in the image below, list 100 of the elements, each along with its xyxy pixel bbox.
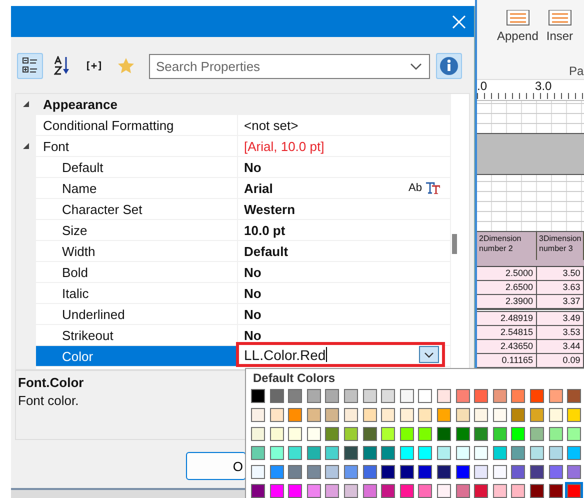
- property-name[interactable]: Character Set: [62, 202, 142, 216]
- property-name[interactable]: Italic: [62, 286, 89, 300]
- color-swatch[interactable]: [567, 446, 582, 460]
- color-swatch[interactable]: [288, 484, 302, 498]
- color-swatch[interactable]: [288, 446, 302, 460]
- color-swatch[interactable]: [492, 389, 507, 403]
- color-swatch[interactable]: [492, 427, 507, 441]
- color-swatch[interactable]: [418, 389, 432, 403]
- color-swatch[interactable]: [251, 465, 265, 479]
- color-swatch[interactable]: [381, 446, 396, 460]
- color-swatch[interactable]: [362, 446, 377, 460]
- property-name[interactable]: Conditional Formatting: [43, 118, 174, 132]
- color-swatch[interactable]: [362, 465, 377, 479]
- color-swatch[interactable]: [306, 465, 321, 479]
- property-name[interactable]: Default: [62, 160, 104, 174]
- color-swatch[interactable]: [325, 389, 340, 403]
- color-swatch[interactable]: [456, 427, 470, 441]
- ribbon-button[interactable]: Inser: [546, 0, 574, 43]
- color-swatch[interactable]: [567, 484, 582, 498]
- color-swatch[interactable]: [511, 389, 526, 403]
- color-swatch[interactable]: [418, 484, 432, 498]
- chevron-down-icon[interactable]: [410, 62, 422, 70]
- color-swatch[interactable]: [530, 446, 544, 460]
- color-swatch[interactable]: [306, 408, 321, 422]
- close-icon[interactable]: [452, 14, 466, 28]
- color-swatch[interactable]: [270, 465, 284, 479]
- property-name[interactable]: Color: [62, 348, 94, 364]
- color-swatch[interactable]: [288, 427, 302, 441]
- color-swatch[interactable]: [306, 427, 321, 441]
- color-swatch[interactable]: [474, 465, 488, 479]
- color-swatch[interactable]: [344, 389, 358, 403]
- color-swatch[interactable]: [492, 408, 507, 422]
- color-swatch[interactable]: [456, 408, 470, 422]
- color-swatch[interactable]: [548, 427, 562, 441]
- color-swatch[interactable]: [400, 408, 414, 422]
- color-swatch[interactable]: [548, 408, 562, 422]
- color-swatch[interactable]: [381, 389, 396, 403]
- color-swatch[interactable]: [436, 427, 451, 441]
- color-value-field[interactable]: LL.Color.Red: [236, 342, 445, 367]
- color-swatch[interactable]: [381, 408, 396, 422]
- color-swatch[interactable]: [325, 408, 340, 422]
- color-swatch[interactable]: [344, 408, 358, 422]
- color-swatch[interactable]: [567, 465, 582, 479]
- color-swatch[interactable]: [306, 484, 321, 498]
- color-swatch[interactable]: [270, 427, 284, 441]
- color-swatch[interactable]: [418, 446, 432, 460]
- property-name[interactable]: Bold: [62, 264, 88, 280]
- color-swatch[interactable]: [400, 446, 414, 460]
- color-swatch[interactable]: [381, 484, 396, 498]
- color-swatch[interactable]: [270, 389, 284, 403]
- color-swatch[interactable]: [325, 484, 340, 498]
- color-swatch[interactable]: [251, 484, 265, 498]
- color-swatch[interactable]: [436, 446, 451, 460]
- info-button[interactable]: [436, 53, 462, 79]
- color-swatch[interactable]: [567, 408, 582, 422]
- categorized-view-button[interactable]: [17, 53, 43, 79]
- color-swatch[interactable]: [511, 484, 526, 498]
- color-swatch[interactable]: [325, 427, 340, 441]
- color-swatch[interactable]: [436, 389, 451, 403]
- color-swatch[interactable]: [456, 446, 470, 460]
- color-swatch[interactable]: [418, 408, 432, 422]
- color-swatch[interactable]: [325, 446, 340, 460]
- color-swatch[interactable]: [530, 389, 544, 403]
- color-swatch[interactable]: [530, 427, 544, 441]
- color-swatch[interactable]: [325, 465, 340, 479]
- color-swatch[interactable]: [418, 465, 432, 479]
- color-swatch[interactable]: [548, 465, 562, 479]
- scrollbar-thumb[interactable]: [452, 234, 457, 254]
- color-swatch[interactable]: [400, 427, 414, 441]
- color-swatch[interactable]: [474, 427, 488, 441]
- color-swatch[interactable]: [548, 389, 562, 403]
- color-swatch[interactable]: [456, 465, 470, 479]
- property-name[interactable]: Name: [62, 180, 97, 196]
- color-swatch[interactable]: [474, 408, 488, 422]
- color-swatch[interactable]: [344, 446, 358, 460]
- color-swatch[interactable]: [344, 484, 358, 498]
- color-swatch[interactable]: [436, 484, 451, 498]
- color-swatch[interactable]: [492, 484, 507, 498]
- color-swatch[interactable]: [306, 446, 321, 460]
- color-swatch[interactable]: [548, 446, 562, 460]
- dropdown-button[interactable]: [419, 346, 439, 363]
- color-swatch[interactable]: [362, 389, 377, 403]
- color-swatch[interactable]: [511, 446, 526, 460]
- color-swatch[interactable]: [270, 408, 284, 422]
- color-swatch[interactable]: [511, 427, 526, 441]
- search-field[interactable]: Search Properties: [149, 54, 430, 78]
- property-name[interactable]: Font: [43, 138, 70, 154]
- property-name[interactable]: Size: [62, 222, 88, 238]
- category-label[interactable]: Appearance: [43, 96, 118, 112]
- color-swatch[interactable]: [456, 389, 470, 403]
- color-swatch[interactable]: [530, 484, 544, 498]
- color-swatch[interactable]: [456, 484, 470, 498]
- color-swatch[interactable]: [288, 465, 302, 479]
- color-swatch[interactable]: [567, 389, 582, 403]
- property-name[interactable]: Width: [62, 244, 96, 258]
- color-swatch[interactable]: [400, 484, 414, 498]
- color-swatch[interactable]: [251, 408, 265, 422]
- color-swatch[interactable]: [251, 427, 265, 441]
- color-swatch[interactable]: [548, 484, 562, 498]
- color-swatch[interactable]: [381, 465, 396, 479]
